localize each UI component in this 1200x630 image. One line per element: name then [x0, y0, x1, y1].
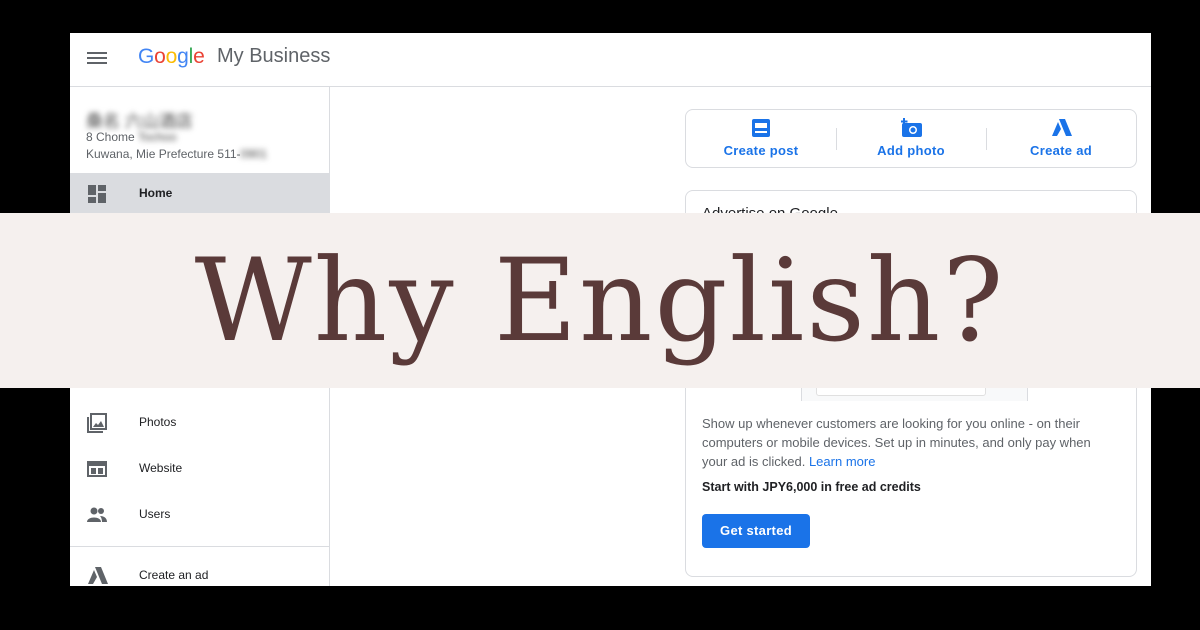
title-banner: Why English? [0, 213, 1200, 388]
sidebar-item-website[interactable]: Website [70, 448, 329, 490]
get-started-button[interactable]: Get started [702, 514, 810, 548]
add-photo-icon [900, 118, 922, 138]
google-ads-icon [87, 566, 108, 586]
add-photo-button[interactable]: Add photo [836, 118, 986, 162]
sidebar-item-label: Photos [139, 415, 177, 429]
quick-actions-card: Create post Add photo Create ad [685, 109, 1137, 168]
sidebar-item-label: Website [139, 461, 183, 475]
google-ads-icon [1051, 118, 1072, 138]
business-address-line2: Kuwana, Mie Prefecture 511-0901 [86, 147, 268, 161]
create-ad-button[interactable]: Create ad [986, 118, 1136, 162]
google-logo[interactable]: Google [138, 44, 205, 70]
sidebar-item-label: Users [139, 507, 171, 521]
banner-title: Why English? [194, 234, 1006, 367]
photos-icon [87, 413, 107, 433]
hamburger-menu-icon[interactable] [87, 49, 107, 69]
business-name: 桑名 六山酒店 [86, 112, 193, 131]
website-icon [87, 459, 107, 479]
sidebar-item-create-ad[interactable]: Create an ad [70, 555, 329, 586]
ad-description: Show up whenever customers are looking f… [702, 416, 1091, 469]
product-title: My Business [217, 45, 331, 67]
users-icon [87, 505, 107, 525]
dashboard-icon [87, 184, 107, 204]
top-app-bar: Google My Business [70, 33, 1151, 87]
business-info: 桑名 六山酒店 8 Chome Tochoo Kuwana, Mie Prefe… [86, 107, 316, 163]
sidebar-item-label: Create an ad [139, 568, 209, 582]
post-icon [751, 118, 771, 138]
create-post-button[interactable]: Create post [686, 118, 836, 162]
sidebar-item-photos[interactable]: Photos [70, 402, 329, 444]
ad-credit-text: Start with JPY6,000 in free ad credits [702, 480, 921, 494]
sidebar-item-label: Home [139, 186, 173, 200]
sidebar-item-home[interactable]: Home [70, 173, 329, 215]
sidebar-item-users[interactable]: Users [70, 494, 329, 536]
learn-more-link[interactable]: Learn more [809, 454, 875, 469]
sidebar-divider [70, 546, 329, 547]
business-address-line1: 8 Chome Tochoo [86, 130, 177, 144]
